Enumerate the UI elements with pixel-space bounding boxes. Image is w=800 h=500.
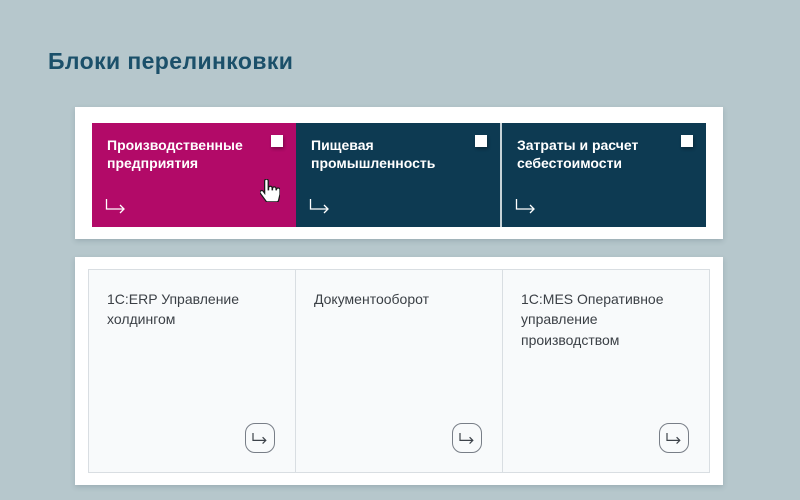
card-arrow-button[interactable] xyxy=(245,423,275,453)
top-links-panel: Производственные предприятия Пищевая про… xyxy=(75,107,723,239)
bottom-card-erp-holding[interactable]: 1С:ERP Управление холдингом xyxy=(89,270,295,472)
link-arrow-icon xyxy=(515,199,535,214)
bottom-card-label: 1С:MES Оперативное управление производст… xyxy=(521,291,664,348)
bottom-card-label: 1С:ERP Управление холдингом xyxy=(107,291,240,328)
bottom-cards-grid: 1С:ERP Управление холдингом Документообо… xyxy=(88,269,710,473)
bottom-card-docflow[interactable]: Документооборот xyxy=(295,270,502,472)
top-card-manufacturing[interactable]: Производственные предприятия xyxy=(92,123,296,227)
top-cards-row: Производственные предприятия Пищевая про… xyxy=(92,123,706,227)
square-marker-icon xyxy=(271,135,283,147)
hand-cursor-icon xyxy=(260,179,280,202)
page-title: Блоки перелинковки xyxy=(48,48,294,74)
link-arrow-icon xyxy=(252,432,267,444)
bottom-card-mes[interactable]: 1С:MES Оперативное управление производст… xyxy=(502,270,709,472)
link-arrow-icon xyxy=(105,199,125,214)
bottom-links-panel: 1С:ERP Управление холдингом Документообо… xyxy=(75,257,723,485)
top-card-label: Затраты и расчет себестоимости xyxy=(517,137,639,172)
card-arrow-button[interactable] xyxy=(452,423,482,453)
link-arrow-icon xyxy=(459,432,474,444)
top-card-label: Производственные предприятия xyxy=(107,137,243,172)
square-marker-icon xyxy=(681,135,693,147)
top-card-food-industry[interactable]: Пищевая промышленность xyxy=(296,123,500,227)
square-marker-icon xyxy=(475,135,487,147)
top-card-label: Пищевая промышленность xyxy=(311,137,436,172)
bottom-card-label: Документооборот xyxy=(314,291,430,307)
link-arrow-icon xyxy=(666,432,681,444)
top-card-costing[interactable]: Затраты и расчет себестоимости xyxy=(500,123,706,227)
link-arrow-icon xyxy=(309,199,329,214)
card-arrow-button[interactable] xyxy=(659,423,689,453)
